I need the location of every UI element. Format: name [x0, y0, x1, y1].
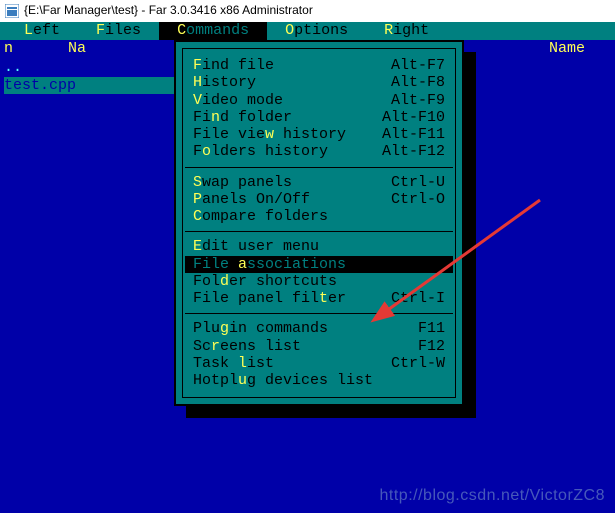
menu-item-hotkey: Alt-F8 [391, 74, 445, 91]
menu-right[interactable]: Right [366, 22, 447, 39]
menu-item-label: File view history [193, 126, 382, 143]
menu-item-label: Swap panels [193, 174, 391, 191]
menu-item[interactable]: Swap panelsCtrl-U [185, 174, 453, 191]
menu-item[interactable]: Hotplug devices list [185, 372, 453, 389]
menu-item-hotkey: Alt-F10 [382, 109, 445, 126]
menu-item-hotkey: Ctrl-O [391, 191, 445, 208]
menu-item[interactable]: File associations [185, 256, 453, 273]
menu-item-label: Find file [193, 57, 391, 74]
menu-item-hotkey: F11 [418, 320, 445, 337]
menu-item-label: Hotplug devices list [193, 372, 445, 389]
commands-menu-dropdown: Find fileAlt-F7HistoryAlt-F8Video modeAl… [174, 40, 464, 406]
app-icon [4, 3, 20, 19]
menu-item[interactable]: Video modeAlt-F9 [185, 92, 453, 109]
menu-item[interactable]: HistoryAlt-F8 [185, 74, 453, 91]
menu-item-label: File panel filter [193, 290, 391, 307]
menu-item-hotkey: Alt-F9 [391, 92, 445, 109]
menu-item-label: Compare folders [193, 208, 445, 225]
menu-item-label: Edit user menu [193, 238, 445, 255]
menu-separator [185, 313, 453, 314]
menu-item[interactable]: File view historyAlt-F11 [185, 126, 453, 143]
menu-item[interactable]: Screens listF12 [185, 338, 453, 355]
watermark: http://blog.csdn.net/VictorZC8 [380, 487, 605, 505]
menu-item-label: History [193, 74, 391, 91]
menu-options[interactable]: Options [267, 22, 366, 39]
menu-item-label: Find folder [193, 109, 382, 126]
menu-item[interactable]: Folders historyAlt-F12 [185, 143, 453, 160]
menu-item-label: Video mode [193, 92, 391, 109]
menu-commands[interactable]: Commands [159, 22, 267, 39]
menu-item-hotkey: Alt-F11 [382, 126, 445, 143]
menu-left[interactable]: Left [6, 22, 78, 39]
menu-item[interactable]: File panel filterCtrl-I [185, 290, 453, 307]
menu-item-label: Screens list [193, 338, 418, 355]
menu-item-label: Folder shortcuts [193, 273, 445, 290]
menu-item-label: File associations [193, 256, 445, 273]
menu-item[interactable]: Find fileAlt-F7 [185, 57, 453, 74]
menu-item-hotkey: Alt-F7 [391, 57, 445, 74]
menu-item-label: Plugin commands [193, 320, 418, 337]
menu-item[interactable]: Plugin commandsF11 [185, 320, 453, 337]
menu-files[interactable]: Files [78, 22, 159, 39]
col-header: Na [68, 40, 168, 57]
menu-item-hotkey: Alt-F12 [382, 143, 445, 160]
menu-item-label: Task list [193, 355, 391, 372]
menu-separator [185, 167, 453, 168]
menu-item-hotkey: Ctrl-I [391, 290, 445, 307]
menu-item[interactable]: Compare folders [185, 208, 453, 225]
window-title: {E:\Far Manager\test} - Far 3.0.3416 x86… [24, 4, 313, 18]
menu-item-label: Folders history [193, 143, 382, 160]
col-header: n [4, 40, 68, 57]
menu-item[interactable]: Find folderAlt-F10 [185, 109, 453, 126]
menu-item-hotkey: F12 [418, 338, 445, 355]
menu-bar: LeftFilesCommandsOptionsRight [0, 22, 615, 40]
menu-item[interactable]: Task listCtrl-W [185, 355, 453, 372]
menu-item[interactable]: Edit user menu [185, 238, 453, 255]
menu-separator [185, 231, 453, 232]
menu-item[interactable]: Panels On/OffCtrl-O [185, 191, 453, 208]
menu-item[interactable]: Folder shortcuts [185, 273, 453, 290]
window-titlebar: {E:\Far Manager\test} - Far 3.0.3416 x86… [0, 0, 615, 22]
right-panel-header: Name [549, 40, 585, 57]
menu-item-hotkey: Ctrl-W [391, 355, 445, 372]
menu-item-hotkey: Ctrl-U [391, 174, 445, 191]
menu-item-label: Panels On/Off [193, 191, 391, 208]
